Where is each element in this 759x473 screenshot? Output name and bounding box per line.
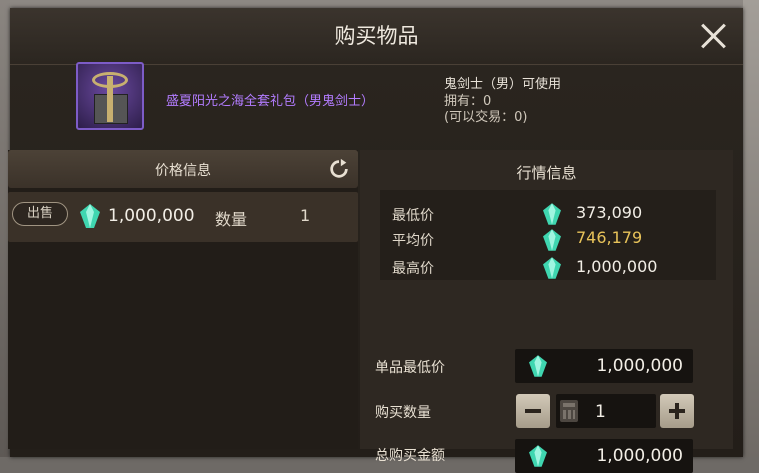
gem-icon (543, 203, 561, 225)
listing-qty: 1 (300, 206, 311, 225)
purchase-qty-label: 购买数量 (375, 405, 431, 421)
price-info-title: 价格信息 (155, 163, 211, 179)
unit-min-price-label: 单品最低价 (375, 360, 445, 376)
avg-price-label: 平均价 (392, 233, 434, 249)
calculator-icon[interactable] (560, 400, 578, 422)
gem-icon (529, 355, 547, 377)
tradable-count: (可以交易：0) (444, 110, 528, 125)
gem-icon (543, 257, 561, 279)
gem-icon (543, 229, 561, 251)
price-info-panel: 价格信息 出售 1,000,000 数量 1 (8, 150, 358, 449)
decrease-qty-button[interactable] (516, 394, 550, 428)
unit-min-price-value: 1,000,000 (596, 356, 683, 376)
gem-icon (529, 445, 547, 467)
increase-qty-button[interactable] (660, 394, 694, 428)
purchase-qty-value: 1 (595, 402, 606, 422)
listing-price: 1,000,000 (108, 206, 195, 226)
market-info-title: 行情信息 (516, 164, 577, 182)
min-price-label: 最低价 (392, 208, 434, 224)
price-info-header: 价格信息 (8, 150, 358, 188)
total-amount-field: 1,000,000 (515, 439, 693, 473)
unit-min-price-field: 1,000,000 (515, 349, 693, 383)
dialog-title: 购买物品 (334, 24, 419, 48)
max-price-label: 最高价 (392, 261, 434, 277)
listing-qty-label: 数量 (215, 210, 248, 229)
min-price-value: 373,090 (576, 203, 643, 222)
max-price-value: 1,000,000 (576, 257, 658, 276)
item-name: 盛夏阳光之海全套礼包（男鬼剑士） (166, 94, 375, 109)
sell-badge: 出售 (12, 202, 68, 226)
refresh-icon[interactable] (328, 158, 350, 180)
background-right (743, 0, 759, 457)
total-amount-label: 总购买金额 (375, 448, 445, 464)
gem-icon (80, 204, 100, 228)
title-bar: 购买物品 (10, 8, 743, 65)
total-amount-value: 1,000,000 (596, 446, 683, 466)
item-thumbnail[interactable] (76, 62, 144, 130)
avg-price-value: 746,179 (576, 228, 643, 247)
background-top (0, 0, 759, 8)
listing-row[interactable]: 出售 1,000,000 数量 1 (8, 192, 358, 242)
gift-ribbon-shape (107, 76, 113, 122)
close-icon[interactable] (700, 22, 728, 50)
